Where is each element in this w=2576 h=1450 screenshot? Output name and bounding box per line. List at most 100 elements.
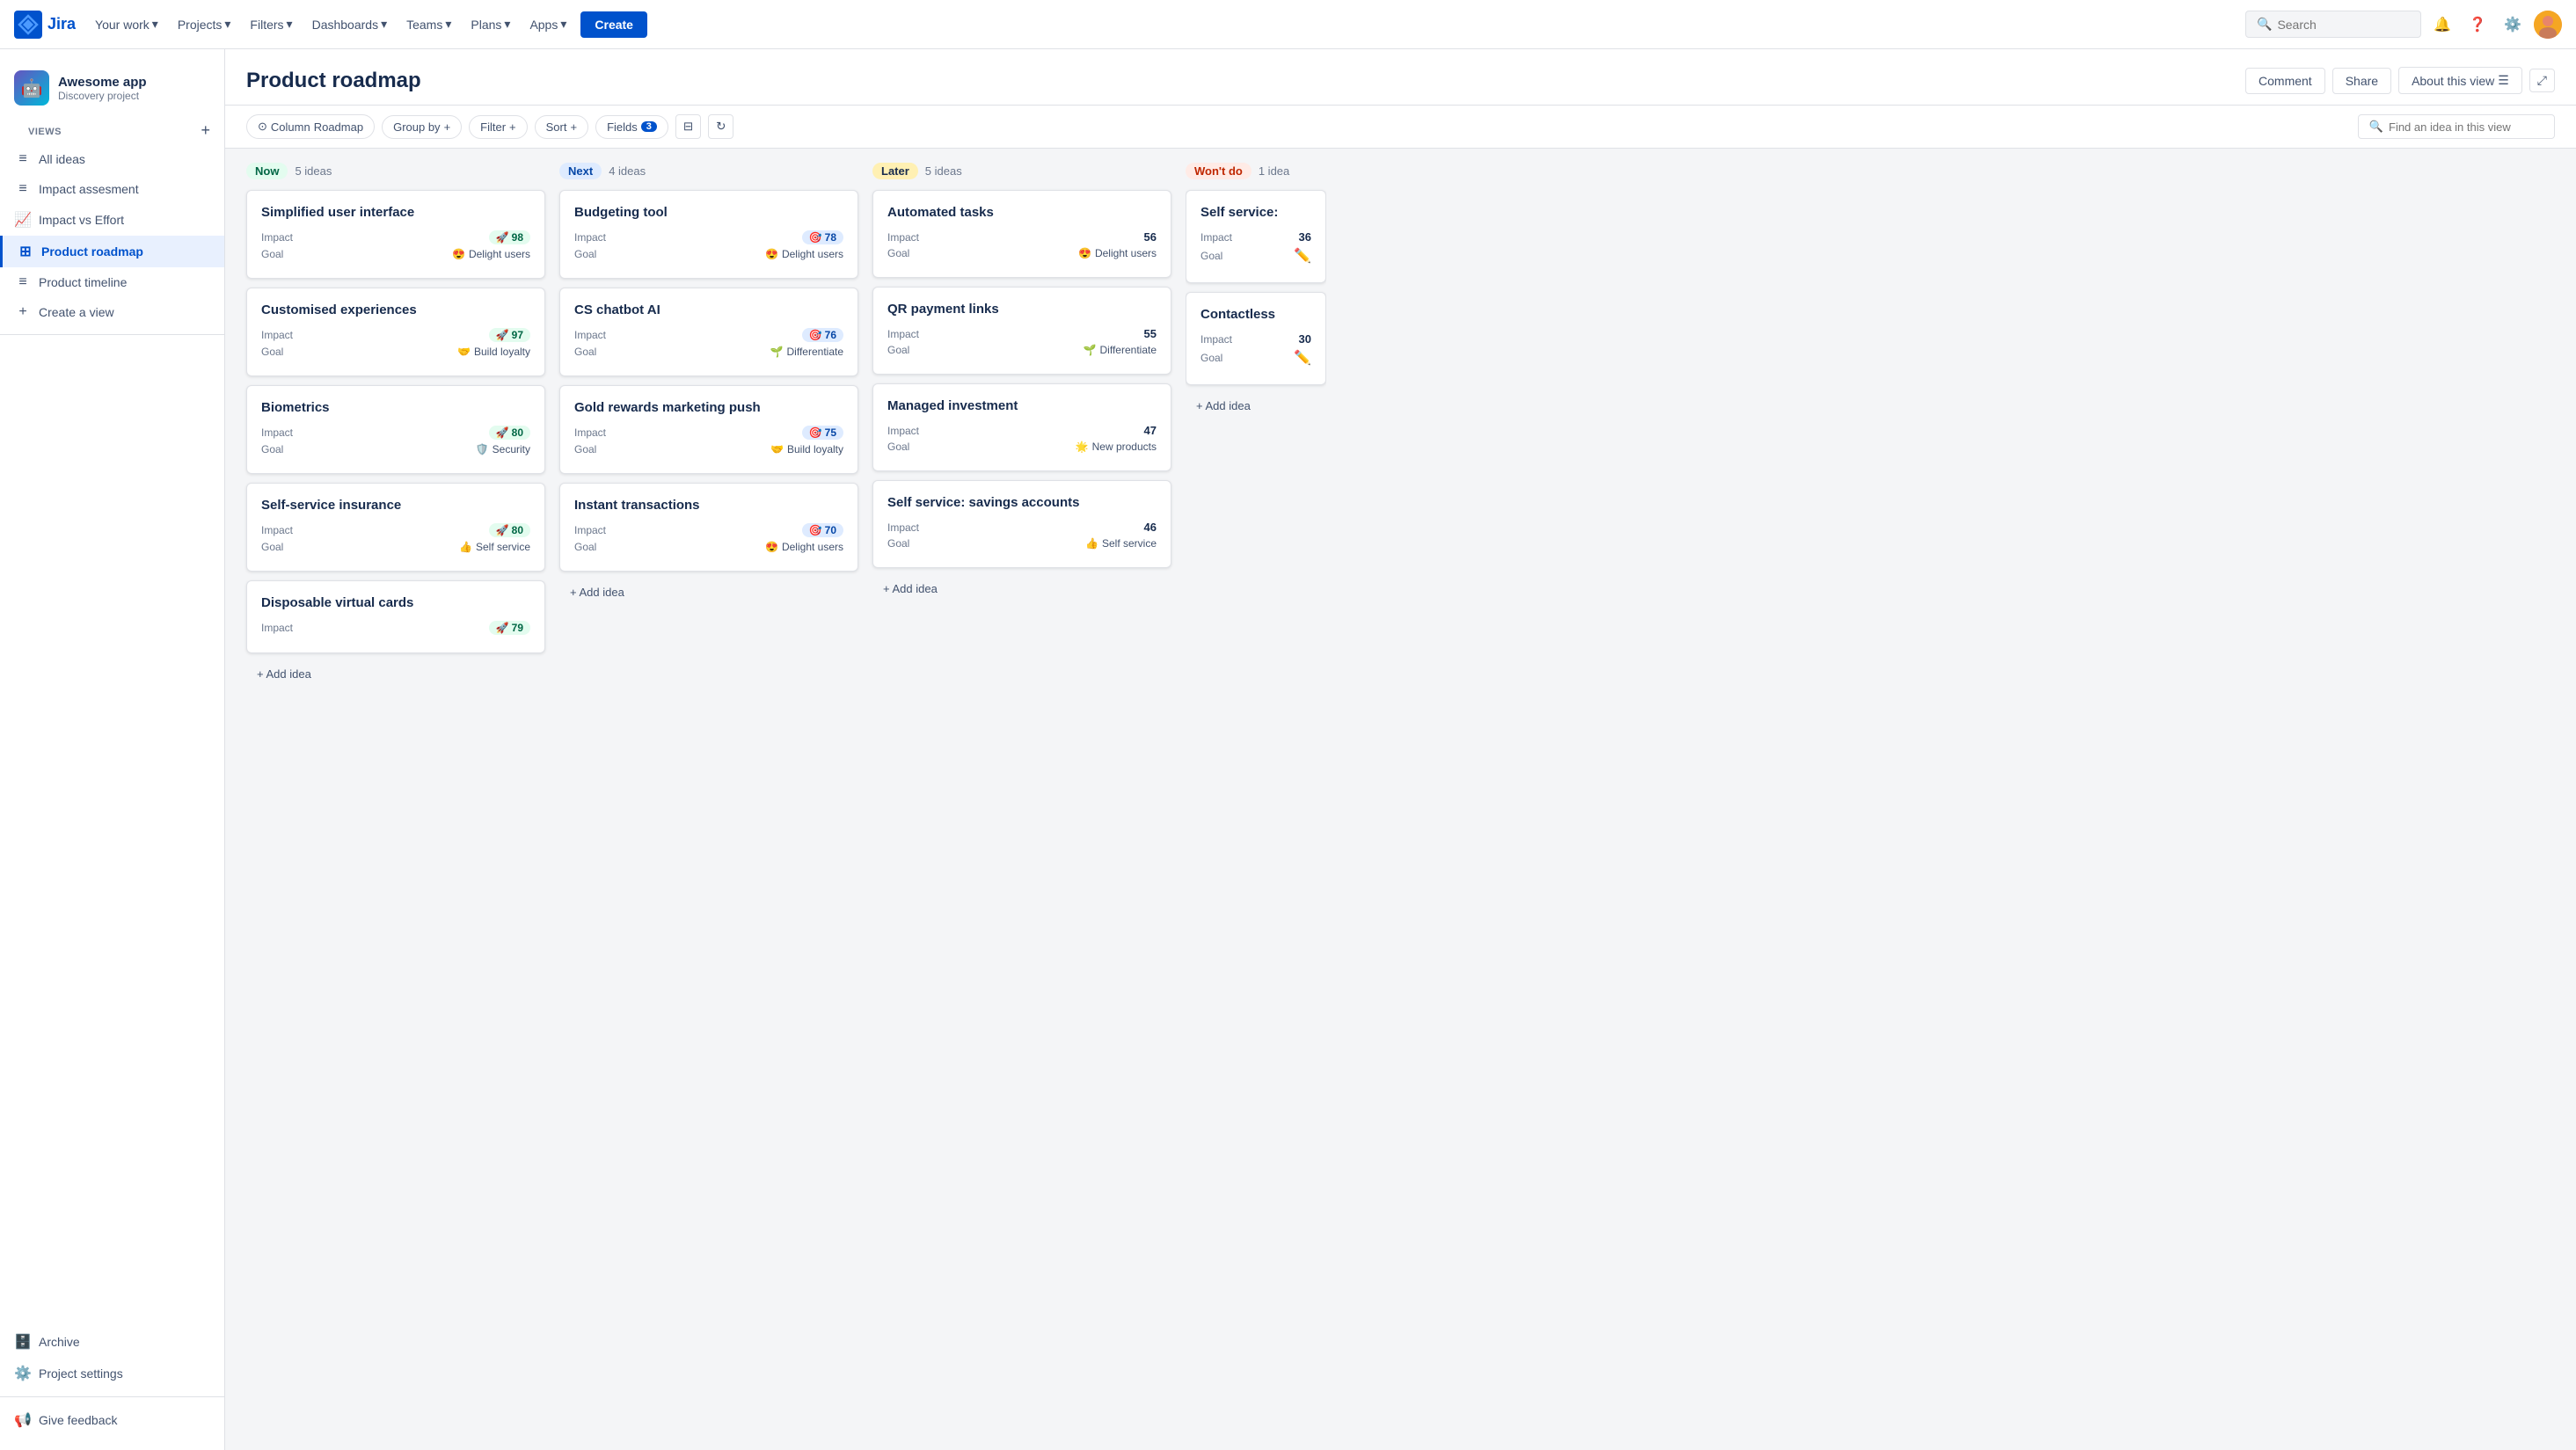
card-impact-field: Impact 47 <box>887 424 1157 437</box>
add-idea-now-button[interactable]: + Add idea <box>246 660 545 688</box>
goal-badge: 🤝 Build loyalty <box>457 346 530 358</box>
card-title: Managed investment <box>887 398 1157 413</box>
idea-search-input[interactable] <box>2389 120 2543 134</box>
card-title: Instant transactions <box>574 498 843 513</box>
card-gold-rewards-marketing[interactable]: Gold rewards marketing push Impact 🎯 75 … <box>559 385 858 474</box>
notifications-button[interactable]: 🔔 <box>2428 11 2456 39</box>
card-goal-field: Goal 😍 Delight users <box>261 248 530 260</box>
settings-icon: ⚙️ <box>14 1365 32 1382</box>
filter-button[interactable]: Filter + <box>469 115 527 139</box>
sidebar-item-project-settings[interactable]: ⚙️ Project settings <box>0 1358 224 1389</box>
comment-button[interactable]: Comment <box>2245 68 2325 94</box>
add-view-icon[interactable]: + <box>201 121 210 140</box>
fields-button[interactable]: Fields 3 <box>595 115 668 139</box>
user-avatar[interactable] <box>2534 11 2562 39</box>
lines-icon: ☰ <box>2498 73 2509 88</box>
idea-search-bar[interactable]: 🔍 <box>2358 114 2555 139</box>
column-icon: ⊙ <box>258 120 267 134</box>
impact-badge: 🎯 78 <box>802 230 843 244</box>
nav-your-work[interactable]: Your work ▾ <box>86 11 167 37</box>
card-self-service-partial[interactable]: Self service: Impact 36 Goal ✏️ <box>1186 190 1326 283</box>
column-later-header: Later 5 ideas <box>872 163 1171 179</box>
card-goal-field: Goal 🌱 Differentiate <box>887 344 1157 356</box>
column-later: Later 5 ideas Automated tasks Impact 56 … <box>872 163 1171 1436</box>
sidebar-item-create-view[interactable]: + Create a view <box>0 297 224 327</box>
card-contactless[interactable]: Contactless Impact 30 Goal ✏️ <box>1186 292 1326 385</box>
sidebar-item-impact-effort[interactable]: 📈 Impact vs Effort <box>0 204 224 236</box>
nav-apps[interactable]: Apps ▾ <box>521 11 575 37</box>
column-later-count: 5 ideas <box>925 164 962 178</box>
help-button[interactable]: ❓ <box>2463 11 2492 39</box>
card-instant-transactions[interactable]: Instant transactions Impact 🎯 70 Goal 😍 … <box>559 483 858 572</box>
chevron-down-icon: ▾ <box>152 17 158 32</box>
card-biometrics[interactable]: Biometrics Impact 🚀 80 Goal 🛡️ Security <box>246 385 545 474</box>
card-impact-field: Impact 🚀 79 <box>261 621 530 635</box>
card-customised-experiences[interactable]: Customised experiences Impact 🚀 97 Goal … <box>246 288 545 376</box>
card-qr-payment-links[interactable]: QR payment links Impact 55 Goal 🌱 Differ… <box>872 287 1171 375</box>
list-icon: ≡ <box>14 151 32 167</box>
toolbar: ⊙ Column Roadmap Group by + Filter + Sor… <box>225 106 2576 149</box>
card-goal-field: Goal 🌱 Differentiate <box>574 346 843 358</box>
nav-plans[interactable]: Plans ▾ <box>462 11 519 37</box>
goal-badge: 👍 Self service <box>459 541 530 553</box>
add-idea-later-button[interactable]: + Add idea <box>872 575 1171 602</box>
card-cs-chatbot-ai[interactable]: CS chatbot AI Impact 🎯 76 Goal 🌱 Differe… <box>559 288 858 376</box>
card-budgeting-tool[interactable]: Budgeting tool Impact 🎯 78 Goal 😍 Deligh… <box>559 190 858 279</box>
column-now-count: 5 ideas <box>295 164 332 178</box>
top-navigation: Jira Your work ▾ Projects ▾ Filters ▾ Da… <box>0 0 2576 49</box>
column-wontdo-badge: Won't do <box>1186 163 1252 179</box>
column-next-count: 4 ideas <box>609 164 646 178</box>
group-by-button[interactable]: Group by + <box>382 115 462 139</box>
kanban-board: Now 5 ideas Simplified user interface Im… <box>225 149 2576 1450</box>
refresh-icon-button[interactable]: ↻ <box>708 114 733 139</box>
top-nav-items: Your work ▾ Projects ▾ Filters ▾ Dashboa… <box>86 11 2242 38</box>
share-button[interactable]: Share <box>2332 68 2391 94</box>
nav-filters[interactable]: Filters ▾ <box>241 11 301 37</box>
global-search-bar[interactable]: 🔍 <box>2245 11 2421 38</box>
nav-teams[interactable]: Teams ▾ <box>398 11 460 37</box>
card-disposable-virtual-cards[interactable]: Disposable virtual cards Impact 🚀 79 <box>246 580 545 653</box>
card-managed-investment[interactable]: Managed investment Impact 47 Goal 🌟 New … <box>872 383 1171 471</box>
goal-badge: 🌱 Differentiate <box>1084 344 1157 356</box>
card-goal-field: Goal ✏️ <box>1200 247 1311 265</box>
card-simplified-user-interface[interactable]: Simplified user interface Impact 🚀 98 Go… <box>246 190 545 279</box>
column-view-button[interactable]: ⊙ Column Roadmap <box>246 114 375 139</box>
main-content: Product roadmap Comment Share About this… <box>225 49 2576 1450</box>
add-idea-wontdo-button[interactable]: + Add idea <box>1186 392 1326 419</box>
card-self-service-savings[interactable]: Self service: savings accounts Impact 46… <box>872 480 1171 568</box>
nav-projects[interactable]: Projects ▾ <box>169 11 240 37</box>
card-goal-field: Goal 🌟 New products <box>887 441 1157 453</box>
card-goal-field: Goal 😍 Delight users <box>574 541 843 553</box>
feedback-icon: 📢 <box>14 1411 32 1429</box>
search-icon: 🔍 <box>2369 120 2383 134</box>
avatar-image <box>2534 11 2562 39</box>
card-self-service-insurance[interactable]: Self-service insurance Impact 🚀 80 Goal … <box>246 483 545 572</box>
about-view-button[interactable]: About this view ☰ <box>2398 67 2522 94</box>
card-impact-field: Impact 36 <box>1200 230 1311 244</box>
sidebar-project-header[interactable]: 🤖 Awesome app Discovery project <box>0 63 224 120</box>
impact-badge: 🚀 80 <box>489 523 530 537</box>
impact-badge: 🎯 75 <box>802 426 843 440</box>
settings-button[interactable]: ⚙️ <box>2499 11 2527 39</box>
nav-dashboards[interactable]: Dashboards ▾ <box>303 11 397 37</box>
card-automated-tasks[interactable]: Automated tasks Impact 56 Goal 😍 Delight… <box>872 190 1171 278</box>
sidebar-item-product-roadmap[interactable]: ⊞ Product roadmap <box>0 236 224 267</box>
column-wontdo-header: Won't do 1 idea <box>1186 163 1326 179</box>
app-logo[interactable]: Jira <box>14 11 76 39</box>
card-title: Budgeting tool <box>574 205 843 220</box>
table-view-icon-button[interactable]: ⊟ <box>675 114 701 139</box>
card-impact-field: Impact 55 <box>887 327 1157 340</box>
add-idea-next-button[interactable]: + Add idea <box>559 579 858 606</box>
impact-badge: 🎯 76 <box>802 328 843 342</box>
sidebar-item-give-feedback[interactable]: 📢 Give feedback <box>0 1404 224 1436</box>
expand-button[interactable]: ⤢ <box>2529 69 2555 92</box>
sidebar-item-archive[interactable]: 🗄️ Archive <box>0 1326 224 1358</box>
create-button[interactable]: Create <box>580 11 647 38</box>
sidebar-item-all-ideas[interactable]: ≡ All ideas <box>0 144 224 174</box>
sidebar-item-product-timeline[interactable]: ≡ Product timeline <box>0 267 224 297</box>
search-input[interactable] <box>2277 18 2410 32</box>
impact-value: 30 <box>1299 332 1311 346</box>
sidebar-item-impact-assessment[interactable]: ≡ Impact assesment <box>0 174 224 204</box>
card-title: Disposable virtual cards <box>261 595 530 610</box>
sort-button[interactable]: Sort + <box>535 115 588 139</box>
